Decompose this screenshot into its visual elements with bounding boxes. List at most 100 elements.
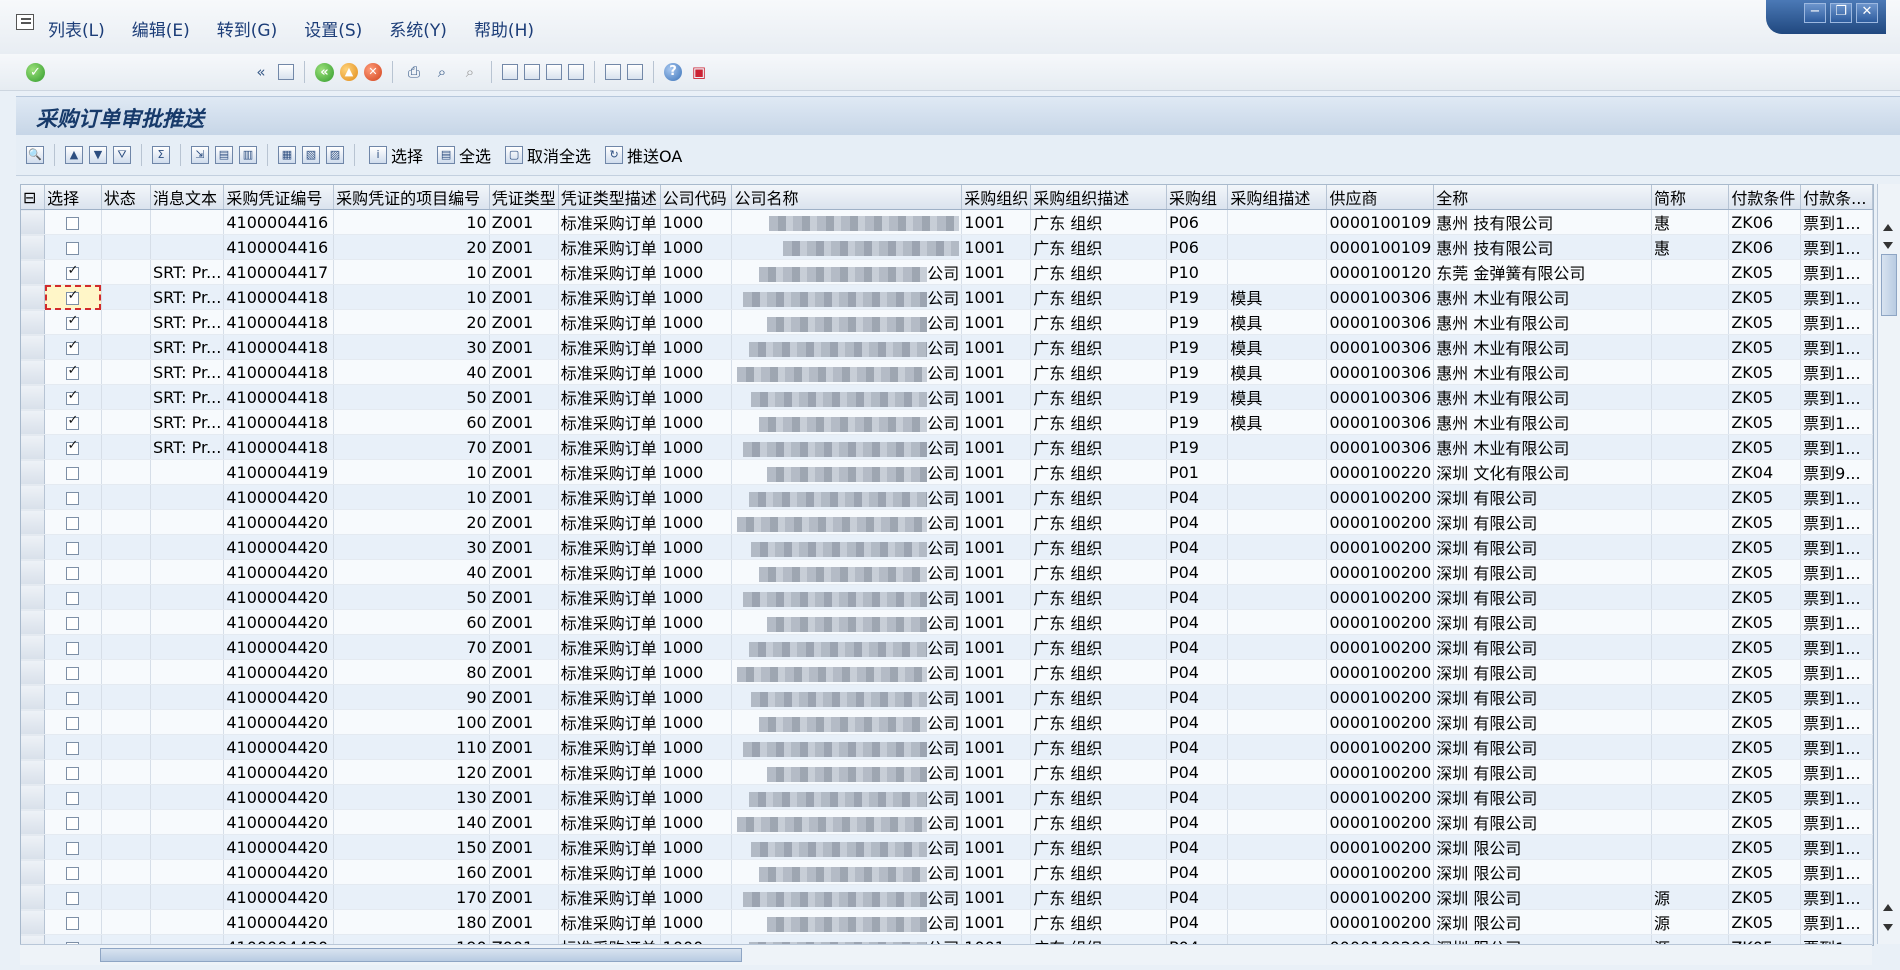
select-checkbox[interactable] — [66, 641, 80, 655]
row-selector[interactable] — [21, 809, 46, 835]
select-cell[interactable] — [44, 234, 102, 260]
print-icon[interactable]: ⎙ — [403, 61, 425, 83]
menu-item-5[interactable]: 帮助(H) — [474, 16, 534, 41]
table-row[interactable]: SRT: Pr...410000441820Z001标准采购订单1000 公司10… — [21, 309, 1873, 335]
select-checkbox[interactable] — [66, 413, 80, 430]
row-selector[interactable] — [21, 634, 46, 660]
table-row[interactable]: SRT: Pr...410000441870Z001标准采购订单1000 公司10… — [21, 434, 1873, 460]
table-row[interactable]: 4100004420 30 Z001 标准采购订单 1000 公司 1001 广东 组织 P04… — [21, 534, 1873, 560]
column-header[interactable]: 公司名称 — [731, 185, 963, 210]
menu-item-0[interactable]: 列表(L) — [48, 16, 105, 41]
select-cell[interactable] — [44, 509, 102, 535]
row-selector[interactable] — [21, 534, 46, 560]
collapse-icon[interactable]: « — [250, 61, 272, 83]
table-row[interactable]: 4100004420 40 Z001 标准采购订单 1000 公司 1001 广东 组织 P04… — [21, 559, 1873, 585]
row-selector[interactable] — [21, 884, 46, 910]
table-row[interactable]: 4100004420 70 Z001 标准采购订单 1000 公司 1001 广东 组织 P04… — [21, 634, 1873, 660]
table-row[interactable]: 4100004420 130 Z001 标准采购订单 1000 公司 1001 广东 组织 P0… — [21, 784, 1873, 810]
export-icon[interactable]: ⇲ — [191, 146, 209, 164]
row-selector[interactable] — [21, 584, 46, 610]
select-cell[interactable] — [44, 559, 102, 585]
column-header[interactable]: 付款条件 — [1728, 185, 1802, 210]
layout-icon[interactable]: ▦ — [278, 146, 296, 164]
select-checkbox[interactable] — [66, 741, 80, 755]
menu-item-4[interactable]: 系统(Y) — [389, 16, 447, 41]
select-cell[interactable] — [44, 309, 102, 335]
table-row[interactable]: SRT: Pr...410000441850Z001标准采购订单1000 公司10… — [21, 384, 1873, 410]
table-row[interactable]: 4100004420 100 Z001 标准采购订单 1000 公司 1001 广东 组织 P0… — [21, 709, 1873, 735]
select-checkbox[interactable] — [66, 438, 80, 455]
column-header[interactable]: 供应商 — [1326, 185, 1435, 210]
select-cell[interactable] — [44, 284, 102, 310]
save-icon[interactable] — [278, 64, 294, 80]
find-next-icon[interactable]: ⌕ — [459, 61, 481, 83]
row-selector[interactable] — [21, 259, 46, 285]
select-checkbox[interactable] — [66, 313, 80, 330]
table-row[interactable]: 4100004420 50 Z001 标准采购订单 1000 公司 1001 广东 组织 P04… — [21, 584, 1873, 610]
deselect-all-button[interactable]: ▢ 取消全选 — [501, 142, 595, 168]
column-header[interactable]: 简称 — [1651, 185, 1730, 210]
select-checkbox[interactable] — [66, 516, 80, 530]
select-all-button[interactable]: ▤ 全选 — [433, 142, 495, 168]
enter-check-icon[interactable]: ✓ — [26, 62, 45, 82]
restore-button[interactable]: ❐ — [1830, 3, 1852, 23]
table-row[interactable]: 4100004420 20 Z001 标准采购订单 1000 公司 1001 广东 组织 P04… — [21, 509, 1873, 535]
row-selector[interactable] — [21, 909, 46, 935]
row-selector-header[interactable]: ⊟ — [21, 185, 46, 210]
select-checkbox[interactable] — [66, 591, 80, 605]
table-row[interactable]: SRT: Pr...410000441860Z001标准采购订单1000 公司10… — [21, 409, 1873, 435]
cancel-icon[interactable]: ✕ — [364, 63, 382, 81]
scroll-up-bottom-icon[interactable] — [1883, 904, 1893, 911]
column-header[interactable]: 采购组 — [1166, 185, 1229, 210]
column-header[interactable]: 采购凭证的项目编号 — [333, 185, 490, 210]
table-row[interactable]: 4100004420 140 Z001 标准采购订单 1000 公司 1001 广东 组织 P0… — [21, 809, 1873, 835]
select-cell[interactable] — [44, 659, 102, 685]
app-menu-icon[interactable] — [16, 14, 34, 30]
select-checkbox[interactable] — [66, 263, 80, 280]
row-selector[interactable] — [21, 834, 46, 860]
column-header[interactable]: 凭证类型描述 — [558, 185, 661, 210]
select-checkbox[interactable] — [66, 288, 80, 305]
select-cell[interactable] — [44, 809, 102, 835]
table-row[interactable]: 4100004420 160 Z001 标准采购订单 1000 公司 1001 广东 组织 P0… — [21, 859, 1873, 885]
select-cell[interactable] — [44, 484, 102, 510]
select-cell[interactable] — [44, 534, 102, 560]
select-cell[interactable] — [44, 384, 102, 410]
select-cell[interactable] — [44, 734, 102, 760]
row-selector[interactable] — [21, 309, 46, 335]
select-cell[interactable] — [44, 459, 102, 485]
select-cell[interactable] — [44, 684, 102, 710]
row-selector[interactable] — [21, 659, 46, 685]
row-selector[interactable] — [21, 684, 46, 710]
menu-item-3[interactable]: 设置(S) — [304, 16, 362, 41]
select-button[interactable]: i 选择 — [365, 142, 427, 168]
table-row[interactable]: 4100004420 90 Z001 标准采购订单 1000 公司 1001 广东 组织 P04… — [21, 684, 1873, 710]
back-icon[interactable]: « — [315, 62, 334, 82]
select-checkbox[interactable] — [66, 241, 80, 255]
select-checkbox[interactable] — [66, 791, 80, 805]
help-icon[interactable]: ? — [664, 63, 682, 81]
select-checkbox[interactable] — [66, 841, 80, 855]
row-selector[interactable] — [21, 459, 46, 485]
select-checkbox[interactable] — [66, 566, 80, 580]
table-row[interactable]: 4100004420 10 Z001 标准采购订单 1000 公司 1001 广东 组织 P04… — [21, 484, 1873, 510]
column-header[interactable]: 采购组织 — [961, 185, 1032, 210]
scroll-down-icon[interactable] — [1883, 242, 1893, 249]
table-row[interactable]: SRT: Pr...410000441840Z001标准采购订单1000 公司10… — [21, 359, 1873, 385]
column-header[interactable]: 消息文本 — [150, 185, 225, 210]
select-checkbox[interactable] — [66, 216, 80, 230]
next-page-icon[interactable] — [546, 64, 562, 80]
scroll-up-icon[interactable] — [1883, 224, 1893, 231]
exit-icon[interactable]: ▲ — [340, 63, 358, 81]
table-row[interactable]: SRT: Pr...410000441710Z001标准采购订单1000 公司10… — [21, 259, 1873, 285]
select-cell[interactable] — [44, 784, 102, 810]
select-cell[interactable] — [44, 909, 102, 935]
select-checkbox[interactable] — [66, 866, 80, 880]
select-cell[interactable] — [44, 634, 102, 660]
close-button[interactable]: ✕ — [1856, 3, 1878, 23]
choose-layout-icon[interactable]: ▧ — [302, 146, 320, 164]
select-cell[interactable] — [44, 209, 102, 235]
select-checkbox[interactable] — [66, 466, 80, 480]
column-header[interactable]: 采购组织描述 — [1030, 185, 1167, 210]
table-row[interactable]: 4100004420 170 Z001 标准采购订单 1000 公司 1001 广东 组织 P0… — [21, 884, 1873, 910]
